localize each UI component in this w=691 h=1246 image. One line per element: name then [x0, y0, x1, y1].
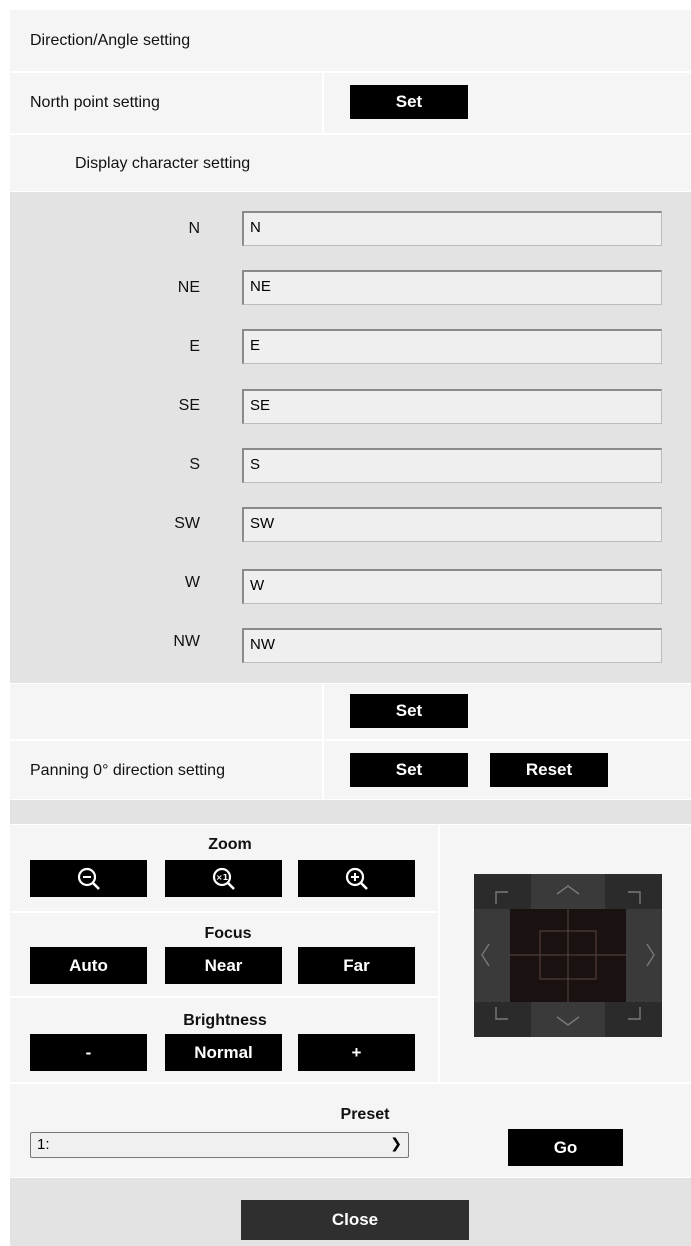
direction-label-w: W: [184, 574, 200, 591]
zoom-in-icon: [345, 867, 368, 890]
column-divider: [322, 73, 324, 133]
focus-title: Focus: [204, 925, 252, 942]
pad-down-right-icon[interactable]: [605, 1002, 662, 1037]
north-point-label: North point setting: [30, 94, 160, 111]
panning-row: Panning 0° direction setting Set Reset: [10, 741, 691, 799]
display-character-title: Display character setting: [75, 155, 251, 172]
page-title: Direction/Angle setting: [30, 32, 191, 49]
brightness-plus-button[interactable]: +: [298, 1034, 415, 1071]
preset-selected-value: 1:: [37, 1136, 50, 1153]
north-point-row: North point setting Set: [10, 73, 691, 133]
column-divider: [322, 684, 324, 739]
row-divider: [10, 911, 438, 913]
display-character-panel: [10, 192, 691, 683]
direction-label-s: S: [189, 456, 200, 473]
pad-center[interactable]: [510, 909, 626, 1002]
preset-title: Preset: [340, 1106, 390, 1123]
focus-auto-button[interactable]: Auto: [30, 947, 147, 984]
section-spacer: [10, 800, 691, 824]
pad-down-icon[interactable]: [531, 1002, 605, 1037]
zoom-reset-icon: ×1: [212, 867, 235, 890]
direction-input-w[interactable]: W: [242, 569, 662, 604]
direction-label-se: SE: [178, 397, 200, 414]
direction-input-se[interactable]: SE: [242, 389, 662, 424]
display-character-set-row: Set: [10, 684, 691, 739]
chevron-down-icon: ❯: [390, 1135, 402, 1151]
column-divider: [322, 741, 324, 799]
direction-label-e: E: [189, 338, 200, 355]
pad-up-left-icon[interactable]: [474, 874, 531, 909]
direction-label-sw: SW: [174, 515, 200, 532]
zoom-title: Zoom: [208, 836, 252, 853]
pan-tilt-pad[interactable]: [474, 874, 662, 1037]
column-divider: [438, 825, 440, 1082]
direction-input-s[interactable]: S: [242, 448, 662, 483]
brightness-minus-button[interactable]: -: [30, 1034, 147, 1071]
direction-input-nw[interactable]: NW: [242, 628, 662, 663]
direction-label-ne: NE: [177, 279, 200, 296]
zoom-out-icon: [77, 867, 100, 890]
preset-select[interactable]: 1: ❯: [30, 1132, 409, 1158]
display-character-header: Display character setting: [10, 135, 691, 191]
focus-far-button[interactable]: Far: [298, 947, 415, 984]
svg-text:×1: ×1: [215, 873, 228, 882]
panning-label: Panning 0° direction setting: [30, 762, 225, 779]
close-button[interactable]: Close: [241, 1200, 469, 1240]
focus-near-button[interactable]: Near: [165, 947, 282, 984]
preset-go-button[interactable]: Go: [508, 1129, 623, 1166]
panning-set-button[interactable]: Set: [350, 753, 468, 787]
pad-left-icon[interactable]: [474, 909, 510, 1002]
pad-right-icon[interactable]: [626, 909, 662, 1002]
zoom-out-button[interactable]: [30, 860, 147, 897]
direction-angle-header: Direction/Angle setting: [10, 10, 691, 71]
brightness-normal-button[interactable]: Normal: [165, 1034, 282, 1071]
direction-input-n[interactable]: N: [242, 211, 662, 246]
zoom-reset-button[interactable]: ×1: [165, 860, 282, 897]
north-point-set-button[interactable]: Set: [350, 85, 468, 119]
direction-input-sw[interactable]: SW: [242, 507, 662, 542]
panning-reset-button[interactable]: Reset: [490, 753, 608, 787]
brightness-title: Brightness: [183, 1012, 267, 1029]
pad-up-right-icon[interactable]: [605, 874, 662, 909]
display-character-set-button[interactable]: Set: [350, 694, 468, 728]
direction-input-e[interactable]: E: [242, 329, 662, 364]
direction-input-ne[interactable]: NE: [242, 270, 662, 305]
row-divider: [10, 996, 438, 998]
direction-label-nw: NW: [173, 633, 200, 650]
zoom-in-button[interactable]: [298, 860, 415, 897]
pad-up-icon[interactable]: [531, 874, 605, 909]
direction-label-n: N: [188, 220, 200, 237]
pad-down-left-icon[interactable]: [474, 1002, 531, 1037]
